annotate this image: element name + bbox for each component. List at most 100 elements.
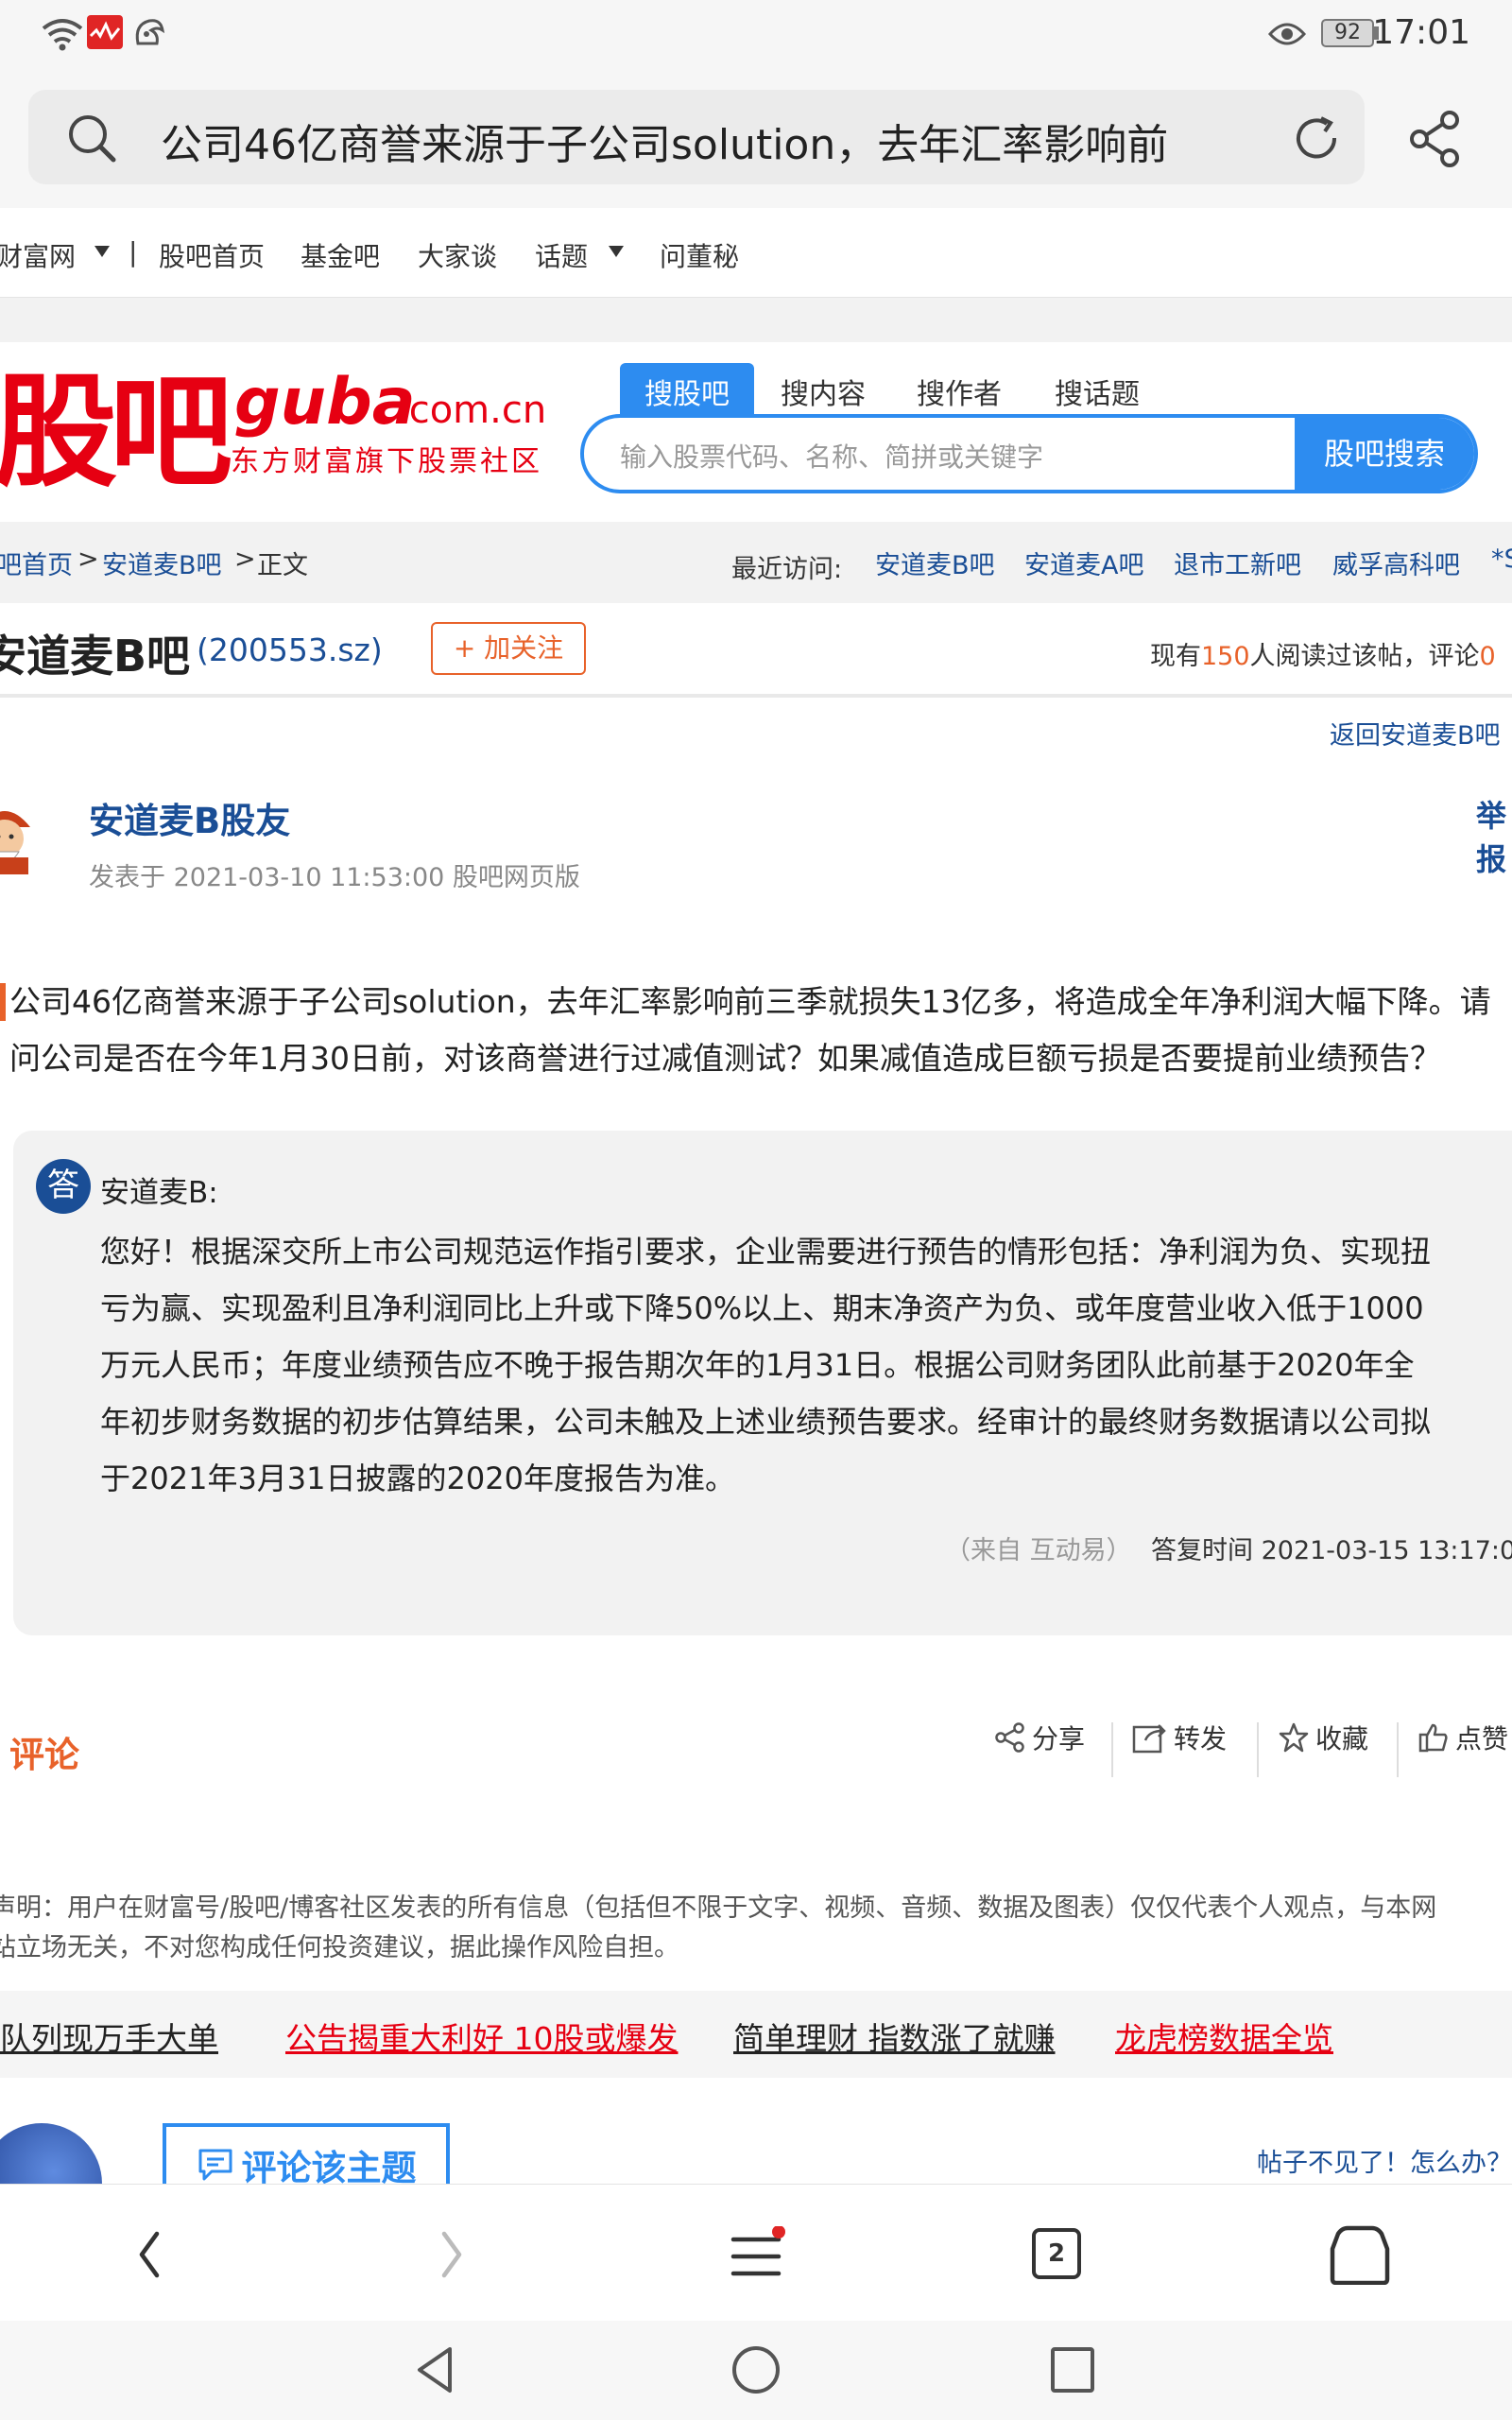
menu-icon[interactable]	[730, 2226, 786, 2283]
search-box: 输入股票代码、名称、简拼或关键字 股吧搜索	[580, 414, 1478, 493]
read-suffix: 人阅读过该帖，评论	[1249, 642, 1480, 671]
url-text[interactable]: 公司46亿商誉来源于子公司solution，去年汇率影响前	[161, 111, 1266, 171]
refresh-icon[interactable]	[1291, 112, 1342, 164]
back-arrow-icon[interactable]	[132, 2226, 166, 2283]
recent-link-2[interactable]: 安道麦A吧	[1024, 544, 1143, 581]
breadcrumb-bar[interactable]: 安道麦B吧	[102, 544, 222, 581]
answer-text: 您好！根据深交所上市公司规范运作指引要求，企业需要进行预告的情形包括：净利润为负…	[100, 1234, 1432, 1496]
clock: 17:01	[1372, 13, 1470, 52]
post-meta: 发表于 2021-03-10 11:53:00 股吧网页版	[89, 863, 580, 892]
comment-count: 0	[1479, 642, 1496, 671]
answer-source: （来自 互动易）	[945, 1536, 1132, 1565]
system-recents-icon[interactable]	[1049, 2345, 1096, 2394]
comment-topic-label: 评论该主题	[241, 2148, 417, 2188]
read-info: 现有150人阅读过该帖，评论0	[1150, 635, 1496, 672]
ad-link-2[interactable]: 公告揭重大利好 10股或爆发	[285, 2014, 678, 2059]
uc-browser-icon	[132, 15, 166, 49]
battery-level: 92	[1321, 19, 1374, 47]
nav-separator: |	[129, 236, 138, 268]
system-back-icon[interactable]	[412, 2343, 457, 2396]
nav-item-topic[interactable]: 话题	[535, 236, 588, 274]
divider	[1111, 1722, 1113, 1777]
forward-action[interactable]: 转发	[1132, 1719, 1227, 1756]
answer-time: 答复时间 2021-03-15 13:17:00	[1151, 1536, 1512, 1565]
recent-link-4[interactable]: 威孚高科吧	[1332, 544, 1460, 581]
collect-label: 收藏	[1315, 1723, 1369, 1754]
user-avatar[interactable]	[0, 799, 38, 874]
read-count: 150	[1201, 642, 1250, 671]
recent-label: 最近访问:	[731, 555, 843, 584]
tab-search-topic[interactable]: 搜话题	[1055, 371, 1140, 412]
ad-links-bar: 主力队列现万手大单 公告揭重大利好 10股或爆发 简单理财 指数涨了就赚 龙虎榜…	[0, 1991, 1512, 2078]
search-icon	[66, 112, 117, 164]
status-bar: 92 17:01	[0, 0, 1512, 71]
disclaimer-text: 声明：用户在财富号/股吧/博客社区发表的所有信息（包括但不限于文字、视频、音频、…	[0, 1893, 1437, 1962]
tab-search-content[interactable]: 搜内容	[781, 371, 866, 412]
forward-label: 转发	[1174, 1723, 1228, 1754]
logo-guba-en[interactable]: guba	[234, 371, 416, 435]
caret-down-icon[interactable]	[94, 246, 110, 257]
ad-link-4[interactable]: 龙虎榜数据全览	[1115, 2014, 1333, 2059]
answer-box: 答 安道麦B: 您好！根据深交所上市公司规范运作指引要求，企业需要进行预告的情形…	[13, 1131, 1512, 1635]
logo-subtitle: 东方财富旗下股票社区	[231, 445, 542, 478]
nav-item-discuss[interactable]: 大家谈	[418, 236, 497, 274]
comment-section-title: 评论	[9, 1735, 79, 1775]
breadcrumb-sep: >	[234, 544, 256, 574]
nav-item-fund[interactable]: 基金吧	[301, 236, 380, 274]
nav-item-caifu[interactable]: 财富网	[0, 236, 76, 274]
like-action[interactable]: 点赞	[1418, 1719, 1508, 1756]
logo-guba-cn[interactable]: 股吧	[0, 371, 232, 493]
ad-link-1[interactable]: 主力队列现万手大单	[0, 2014, 218, 2059]
search-input[interactable]: 输入股票代码、名称、简拼或关键字	[620, 437, 1043, 475]
breadcrumb-home[interactable]: 吧首页	[0, 544, 73, 581]
bar-title-bar: 安道麦B吧 (200553.sz) + 加关注 现有150人阅读过该帖，评论0	[0, 603, 1512, 698]
answer-author: 安道麦B:	[100, 1176, 218, 1210]
app-notification-icon	[87, 15, 123, 49]
tab-search-bar[interactable]: 搜股吧	[620, 363, 754, 418]
recent-link-1[interactable]: 安道麦B吧	[875, 544, 995, 581]
ad-link-3[interactable]: 简单理财 指数涨了就赚	[733, 2014, 1056, 2059]
caret-down-icon[interactable]	[609, 246, 624, 257]
back-to-bar-link[interactable]: 返回安道麦B吧	[1330, 715, 1501, 752]
recent-link-3[interactable]: 退市工新吧	[1174, 544, 1301, 581]
forward-arrow-icon[interactable]	[435, 2226, 469, 2283]
nav-item-guba-home[interactable]: 股吧首页	[159, 236, 265, 274]
search-button[interactable]: 股吧搜索	[1295, 418, 1474, 490]
system-home-icon[interactable]	[730, 2343, 782, 2396]
report-link[interactable]: 举报	[1476, 792, 1512, 879]
tab-search-author[interactable]: 搜作者	[917, 371, 1002, 412]
address-bar: 公司46亿商誉来源于子公司solution，去年汇率影响前	[0, 71, 1512, 208]
browser-toolbar: 2	[0, 2184, 1512, 2321]
thumbs-up-icon	[1418, 1723, 1448, 1753]
follow-button[interactable]: + 加关注	[431, 622, 586, 675]
question-marker-icon	[0, 983, 8, 1021]
recent-link-5[interactable]: *S	[1491, 544, 1512, 574]
divider	[1397, 1722, 1399, 1777]
share-icon[interactable]	[1408, 109, 1465, 169]
forward-icon	[1132, 1724, 1166, 1754]
breadcrumb: 吧首页 > 安道麦B吧 > 正文 最近访问: 安道麦B吧 安道麦A吧 退市工新吧…	[0, 522, 1512, 603]
home-icon[interactable]	[1329, 2224, 1391, 2285]
like-label: 点赞	[1455, 1723, 1509, 1754]
site-header: 股吧 guba .com.cn 东方财富旗下股票社区 搜股吧 搜内容 搜作者 搜…	[0, 342, 1512, 522]
read-prefix: 现有	[1150, 642, 1201, 671]
system-nav-bar	[0, 2321, 1512, 2420]
question-text: 公司46亿商誉来源于子公司solution，去年汇率影响前三季就损失13亿多，将…	[9, 983, 1491, 1077]
url-box[interactable]: 公司46亿商誉来源于子公司solution，去年汇率影响前	[28, 90, 1365, 184]
comment-icon	[198, 2149, 232, 2181]
eye-icon	[1268, 21, 1306, 47]
breadcrumb-sep: >	[77, 544, 99, 574]
nav-item-ask-secretary[interactable]: 问董秘	[660, 236, 739, 274]
share-icon	[995, 1722, 1024, 1753]
author-name[interactable]: 安道麦B股友	[89, 792, 290, 843]
share-action[interactable]: 分享	[994, 1719, 1085, 1756]
collect-action[interactable]: 收藏	[1278, 1719, 1368, 1756]
tabs-count-button[interactable]: 2	[1032, 2228, 1081, 2279]
wifi-icon	[42, 17, 83, 51]
bar-name[interactable]: 安道麦B吧	[0, 622, 190, 684]
answer-icon: 答	[36, 1159, 91, 1214]
divider	[1257, 1722, 1259, 1777]
stock-code[interactable]: (200553.sz)	[197, 631, 383, 668]
star-icon	[1279, 1722, 1309, 1753]
post-missing-link[interactable]: 帖子不见了！怎么办？	[1257, 2142, 1512, 2179]
